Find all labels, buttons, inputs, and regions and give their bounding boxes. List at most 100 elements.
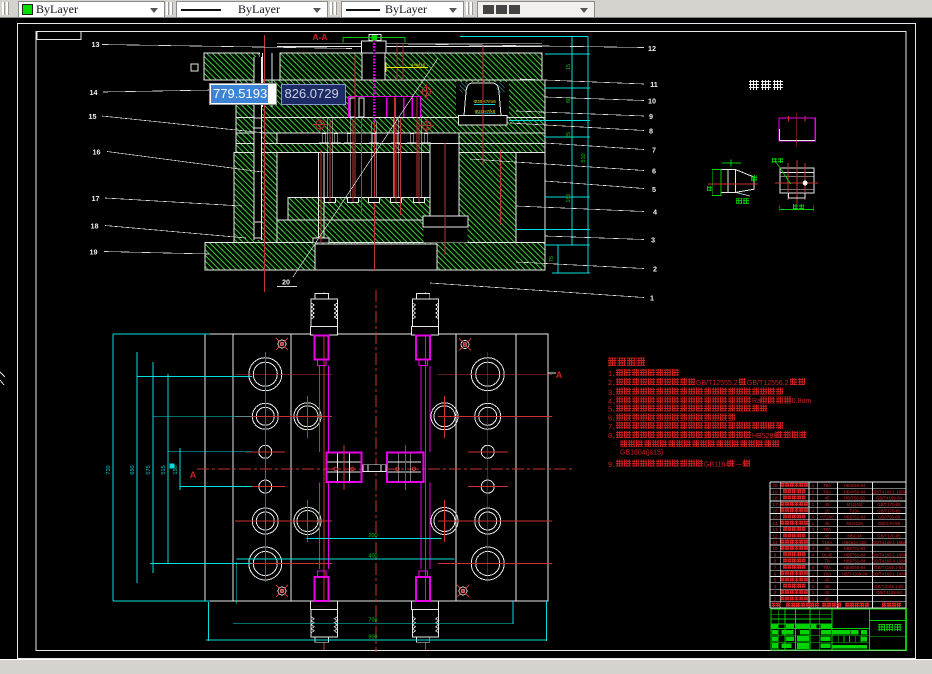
svg-text:15: 15 (566, 64, 572, 70)
svg-text:MUSCM: MUSCM (846, 521, 863, 526)
svg-text:GB/T170-85: GB/T170-85 (877, 508, 901, 513)
svg-text:45: 45 (825, 502, 830, 507)
svg-text:4: 4 (774, 584, 777, 589)
svg-text:15: 15 (89, 112, 97, 121)
svg-text:20: 20 (282, 278, 290, 287)
svg-text:10: 10 (772, 546, 778, 551)
svg-text:GB0765-88: GB0765-88 (878, 515, 901, 520)
svg-text:GB/T170-85: GB/T170-85 (877, 534, 901, 539)
svg-text:4×M16: 4×M16 (411, 63, 426, 69)
svg-text:4: 4 (653, 208, 657, 217)
svg-text:1: 1 (812, 571, 815, 576)
svg-text:GB/T4169.1-84: GB/T4169.1-84 (874, 565, 904, 570)
svg-text:650: 650 (130, 465, 136, 474)
svg-text:A-A: A-A (312, 32, 327, 42)
svg-text:13: 13 (772, 527, 778, 532)
svg-text:1: 1 (812, 597, 815, 602)
svg-text:T10A: T10A (849, 508, 859, 513)
svg-text:45: 45 (825, 496, 830, 501)
svg-text:T8: T8 (824, 559, 830, 564)
svg-text:A: A (190, 470, 197, 480)
svg-text:0.8um: 0.8um (792, 398, 812, 405)
svg-text:GB/T4169.1-1984: GB/T4169.1-1984 (872, 552, 907, 557)
svg-text:17: 17 (92, 194, 100, 203)
svg-text:1: 1 (812, 483, 815, 488)
svg-text:708: 708 (368, 618, 377, 624)
svg-text:GB/T12555.2: GB/T12555.2 (696, 380, 738, 387)
svg-text:11: 11 (773, 540, 778, 545)
svg-text:1: 1 (812, 590, 815, 595)
svg-text:7: 7 (774, 565, 777, 570)
svg-text:T8A: T8A (823, 565, 831, 570)
svg-text:1: 1 (812, 559, 815, 564)
svg-text:1: 1 (812, 496, 815, 501)
svg-text:M12(45): M12(45) (846, 502, 863, 507)
svg-text:GB/T170-85: GB/T170-85 (877, 502, 901, 507)
svg-text:17: 17 (772, 502, 778, 507)
svg-text:4: 4 (812, 508, 815, 513)
svg-text:575: 575 (146, 465, 152, 474)
svg-text:181: 181 (566, 193, 572, 202)
svg-text:HB4056-84: HB4056-84 (844, 483, 866, 488)
svg-text:6: 6 (812, 565, 815, 570)
svg-text:9: 9 (649, 112, 653, 121)
svg-text:515: 515 (161, 465, 167, 474)
svg-text:HB6751-93: HB6751-93 (844, 546, 866, 551)
svg-text:Ra: Ra (752, 398, 761, 405)
svg-text:GB/T4169.4-1984: GB/T4169.4-1984 (872, 559, 907, 564)
svg-text:HB5288: HB5288 (752, 433, 777, 440)
svg-text:4: 4 (812, 515, 815, 520)
svg-text:GB/T4169.1-1984: GB/T4169.1-1984 (872, 489, 907, 494)
svg-text:3: 3 (651, 236, 655, 245)
svg-text:4: 4 (812, 552, 815, 557)
svg-text:18: 18 (772, 496, 778, 501)
svg-text:15: 15 (772, 515, 778, 520)
svg-text:8: 8 (649, 127, 653, 136)
svg-text:20: 20 (825, 508, 830, 513)
svg-text:2: 2 (653, 265, 657, 274)
svg-text:HB4056-84: HB4056-84 (844, 565, 866, 570)
svg-text:1: 1 (812, 502, 815, 507)
svg-text:9: 9 (774, 552, 777, 557)
svg-text:7: 7 (652, 146, 656, 155)
svg-text:GB1184: GB1184 (704, 462, 729, 469)
svg-text:14: 14 (90, 88, 98, 97)
svg-text:1: 1 (812, 584, 815, 589)
svg-text:HB6751-84: HB6751-84 (844, 559, 866, 564)
svg-text:HB/T56-93: HB/T56-93 (844, 496, 865, 501)
svg-text:19: 19 (772, 489, 778, 494)
svg-text:75: 75 (549, 256, 555, 262)
svg-text:510: 510 (581, 153, 587, 162)
svg-text:GB/T4169.1-1984: GB/T4169.1-1984 (872, 540, 907, 545)
svg-text:6: 6 (652, 167, 656, 176)
svg-text:2: 2 (774, 597, 777, 602)
svg-text:HB6751-84: HB6751-84 (844, 552, 866, 557)
svg-text:MBC34: MBC34 (847, 534, 862, 539)
svg-text:GB0170-88: GB0170-88 (878, 521, 901, 526)
svg-text:20: 20 (772, 483, 778, 488)
svg-text:5: 5 (652, 185, 656, 194)
svg-text:OL45: OL45 (822, 552, 833, 557)
svg-text:45: 45 (825, 578, 830, 583)
svg-text:T8A: T8A (823, 489, 831, 494)
svg-text:14: 14 (772, 521, 778, 526)
svg-text:6: 6 (774, 571, 777, 576)
svg-text:18: 18 (91, 222, 99, 231)
svg-text:GB1804(js15): GB1804(js15) (620, 449, 663, 456)
svg-text:A: A (556, 370, 563, 380)
svg-text:720: 720 (106, 465, 112, 474)
svg-text:HB4056-84: HB4056-84 (844, 489, 866, 494)
svg-text:12: 12 (772, 534, 778, 539)
svg-text:25: 25 (566, 132, 572, 138)
svg-text:4: 4 (812, 546, 815, 551)
svg-text:1: 1 (812, 534, 815, 539)
svg-text:1: 1 (650, 294, 654, 303)
svg-text:10: 10 (648, 97, 656, 106)
svg-text:HB6751-93: HB6751-93 (844, 515, 866, 520)
svg-text:12: 12 (648, 44, 656, 53)
svg-text:HT200: HT200 (820, 515, 834, 520)
svg-text:13: 13 (92, 40, 100, 49)
svg-text:T8A: T8A (823, 483, 831, 488)
svg-text:16: 16 (772, 508, 778, 513)
svg-text:5: 5 (774, 578, 777, 583)
